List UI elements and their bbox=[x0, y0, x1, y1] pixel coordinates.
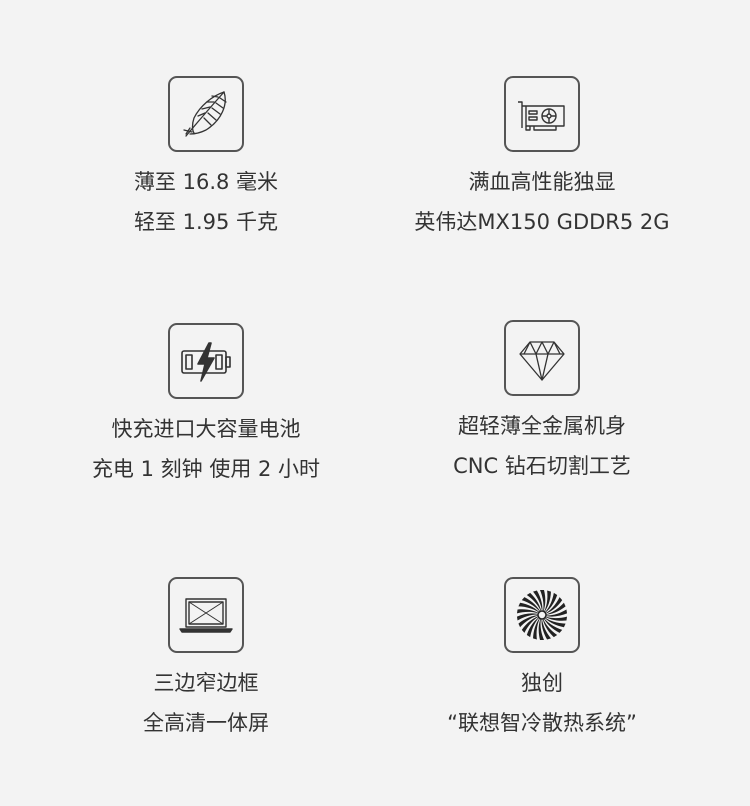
feature-battery: 快充进口大容量电池 充电 1 刻钟 使用 2 小时 bbox=[36, 323, 376, 481]
feature-title: 快充进口大容量电池 bbox=[111, 417, 301, 441]
cooling-fan-icon bbox=[504, 577, 580, 653]
feature-title: 三边窄边框 bbox=[153, 671, 259, 695]
feather-icon bbox=[168, 76, 244, 152]
feature-title: 独创 bbox=[521, 671, 563, 695]
feature-subtitle: CNC 钻石切割工艺 bbox=[453, 454, 631, 478]
feature-title: 超轻薄全金属机身 bbox=[458, 414, 626, 438]
graphics-card-icon bbox=[504, 76, 580, 152]
feature-lightweight: 薄至 16.8 毫米 轻至 1.95 千克 bbox=[36, 76, 376, 234]
feature-cooling: 独创 “联想智冷散热系统” bbox=[372, 577, 712, 735]
feature-title: 薄至 16.8 毫米 bbox=[133, 170, 279, 194]
feature-subtitle: 英伟达MX150 GDDR5 2G bbox=[414, 210, 670, 234]
feature-subtitle: 充电 1 刻钟 使用 2 小时 bbox=[91, 457, 321, 481]
feature-title: 满血高性能独显 bbox=[468, 170, 616, 194]
feature-metal-body: 超轻薄全金属机身 CNC 钻石切割工艺 bbox=[372, 320, 712, 478]
feature-narrow-bezel: 三边窄边框 全高清一体屏 bbox=[36, 577, 376, 735]
fast-charge-battery-icon bbox=[168, 323, 244, 399]
diamond-icon bbox=[504, 320, 580, 396]
feature-graphics: 满血高性能独显 英伟达MX150 GDDR5 2G bbox=[372, 76, 712, 234]
fan-blades bbox=[516, 590, 568, 640]
narrow-bezel-laptop-icon bbox=[168, 577, 244, 653]
feature-subtitle: “联想智冷散热系统” bbox=[447, 711, 637, 735]
feature-subtitle: 轻至 1.95 千克 bbox=[133, 210, 279, 234]
feature-subtitle: 全高清一体屏 bbox=[143, 711, 269, 735]
